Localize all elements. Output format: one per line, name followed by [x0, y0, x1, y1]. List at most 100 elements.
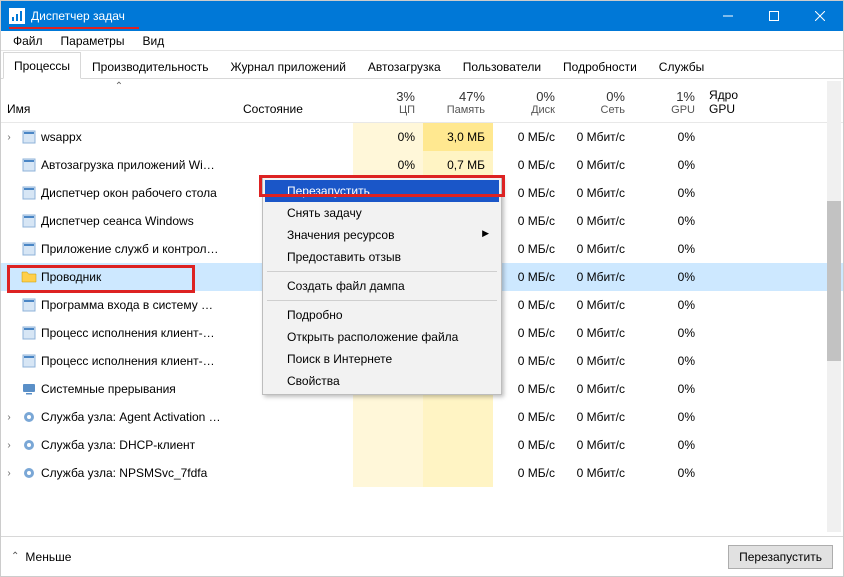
process-name: Служба узла: DHCP-клиент — [41, 438, 237, 452]
cell-network: 0 Мбит/с — [563, 403, 633, 431]
column-header: ⌃ Имя Состояние 3% ЦП 47% Память 0% Диск… — [1, 79, 843, 123]
col-gpu-engine[interactable]: Ядро GPU — [703, 79, 773, 122]
vertical-scrollbar[interactable] — [827, 81, 841, 532]
tab-6[interactable]: Службы — [648, 53, 715, 79]
col-status[interactable]: Состояние — [237, 79, 353, 122]
cell-network: 0 Мбит/с — [563, 459, 633, 487]
col-gpu[interactable]: 1% GPU — [633, 79, 703, 122]
tab-3[interactable]: Автозагрузка — [357, 53, 452, 79]
gear-icon — [21, 409, 37, 425]
process-name: Проводник — [41, 270, 237, 284]
menu-file[interactable]: Файл — [5, 32, 51, 50]
cell-gpu: 0% — [633, 319, 703, 347]
submenu-arrow-icon: ▶ — [482, 228, 489, 239]
action-button[interactable]: Перезапустить — [728, 545, 833, 569]
col-status-label: Состояние — [243, 102, 303, 116]
window-title: Диспетчер задач — [31, 9, 705, 23]
ctx-search-online[interactable]: Поиск в Интернете — [265, 348, 499, 370]
minimize-button[interactable] — [705, 1, 751, 31]
process-row[interactable]: ›Служба узла: NPSMSvc_7fdfa0 МБ/с0 Мбит/… — [1, 459, 843, 487]
app-icon — [21, 325, 37, 341]
menubar: Файл Параметры Вид — [1, 31, 843, 51]
col-disk-pct: 0% — [536, 89, 555, 104]
cell-gpu: 0% — [633, 347, 703, 375]
ctx-details-label: Подробно — [287, 308, 343, 322]
cell-network: 0 Мбит/с — [563, 235, 633, 263]
expand-toggle[interactable]: › — [1, 132, 17, 143]
ctx-feedback[interactable]: Предоставить отзыв — [265, 246, 499, 268]
cell-memory — [423, 403, 493, 431]
process-row[interactable]: ›Служба узла: DHCP-клиент0 МБ/с0 Мбит/с0… — [1, 431, 843, 459]
cell-gpu: 0% — [633, 207, 703, 235]
app-icon — [21, 297, 37, 313]
ctx-details[interactable]: Подробно — [265, 304, 499, 326]
col-memory-label: Память — [447, 104, 485, 116]
cell-gpu: 0% — [633, 375, 703, 403]
tab-5[interactable]: Подробности — [552, 53, 648, 79]
cell-disk: 0 МБ/с — [493, 375, 563, 403]
col-name[interactable]: ⌃ Имя — [1, 79, 237, 122]
cell-network: 0 Мбит/с — [563, 375, 633, 403]
col-network[interactable]: 0% Сеть — [563, 79, 633, 122]
cell-memory — [423, 431, 493, 459]
ctx-create-dump-label: Создать файл дампа — [287, 279, 405, 293]
cell-network: 0 Мбит/с — [563, 319, 633, 347]
ctx-end-task[interactable]: Снять задачу — [265, 202, 499, 224]
cell-memory: 0,7 МБ — [423, 151, 493, 179]
cell-gpu: 0% — [633, 403, 703, 431]
scrollbar-thumb[interactable] — [827, 201, 841, 361]
cell-network: 0 Мбит/с — [563, 151, 633, 179]
maximize-button[interactable] — [751, 1, 797, 31]
cell-gpu: 0% — [633, 291, 703, 319]
ctx-restart[interactable]: Перезапустить — [265, 180, 499, 202]
col-disk[interactable]: 0% Диск — [493, 79, 563, 122]
ctx-open-location[interactable]: Открыть расположение файла — [265, 326, 499, 348]
tab-4[interactable]: Пользователи — [452, 53, 552, 79]
process-name: Диспетчер сеанса Windows — [41, 214, 237, 228]
app-icon — [21, 241, 37, 257]
process-row[interactable]: ›Служба узла: Agent Activation …0 МБ/с0 … — [1, 403, 843, 431]
ctx-create-dump[interactable]: Создать файл дампа — [265, 275, 499, 297]
system-icon — [21, 381, 37, 397]
process-row[interactable]: ›wsappx0%3,0 МБ0 МБ/с0 Мбит/с0% — [1, 123, 843, 151]
cell-memory: 3,0 МБ — [423, 123, 493, 151]
cell-disk: 0 МБ/с — [493, 291, 563, 319]
col-memory[interactable]: 47% Память — [423, 79, 493, 122]
col-disk-label: Диск — [531, 104, 555, 116]
tab-0[interactable]: Процессы — [3, 52, 81, 79]
app-icon — [21, 353, 37, 369]
cell-cpu: 0% — [353, 123, 423, 151]
ctx-separator — [267, 271, 497, 272]
col-cpu-label: ЦП — [399, 104, 415, 116]
fewer-details-toggle[interactable]: ⌃ Меньше — [11, 550, 71, 564]
cell-network: 0 Мбит/с — [563, 207, 633, 235]
close-button[interactable] — [797, 1, 843, 31]
cell-disk: 0 МБ/с — [493, 263, 563, 291]
cell-network: 0 Мбит/с — [563, 347, 633, 375]
menu-options[interactable]: Параметры — [53, 32, 133, 50]
cell-network: 0 Мбит/с — [563, 291, 633, 319]
col-network-label: Сеть — [601, 104, 625, 116]
menu-view[interactable]: Вид — [134, 32, 172, 50]
gear-icon — [21, 465, 37, 481]
ctx-properties[interactable]: Свойства — [265, 370, 499, 392]
col-gpu-label: GPU — [671, 104, 695, 116]
expand-toggle[interactable]: › — [1, 440, 17, 451]
cell-gpu: 0% — [633, 179, 703, 207]
cell-disk: 0 МБ/с — [493, 235, 563, 263]
process-name: Процесс исполнения клиент-… — [41, 326, 237, 340]
col-cpu[interactable]: 3% ЦП — [353, 79, 423, 122]
title-underline-annotation — [9, 27, 139, 29]
gear-icon — [21, 437, 37, 453]
tab-2[interactable]: Журнал приложений — [220, 53, 357, 79]
ctx-resource-values-label: Значения ресурсов — [287, 228, 394, 242]
ctx-feedback-label: Предоставить отзыв — [287, 250, 401, 264]
expand-toggle[interactable]: › — [1, 468, 17, 479]
process-row[interactable]: Автозагрузка приложений Wi…0%0,7 МБ0 МБ/… — [1, 151, 843, 179]
expand-toggle[interactable]: › — [1, 412, 17, 423]
col-memory-pct: 47% — [459, 89, 485, 104]
cell-disk: 0 МБ/с — [493, 459, 563, 487]
ctx-resource-values[interactable]: Значения ресурсов ▶ — [265, 224, 499, 246]
col-gpu-engine-label: Ядро GPU — [709, 88, 767, 116]
tab-1[interactable]: Производительность — [81, 53, 219, 79]
